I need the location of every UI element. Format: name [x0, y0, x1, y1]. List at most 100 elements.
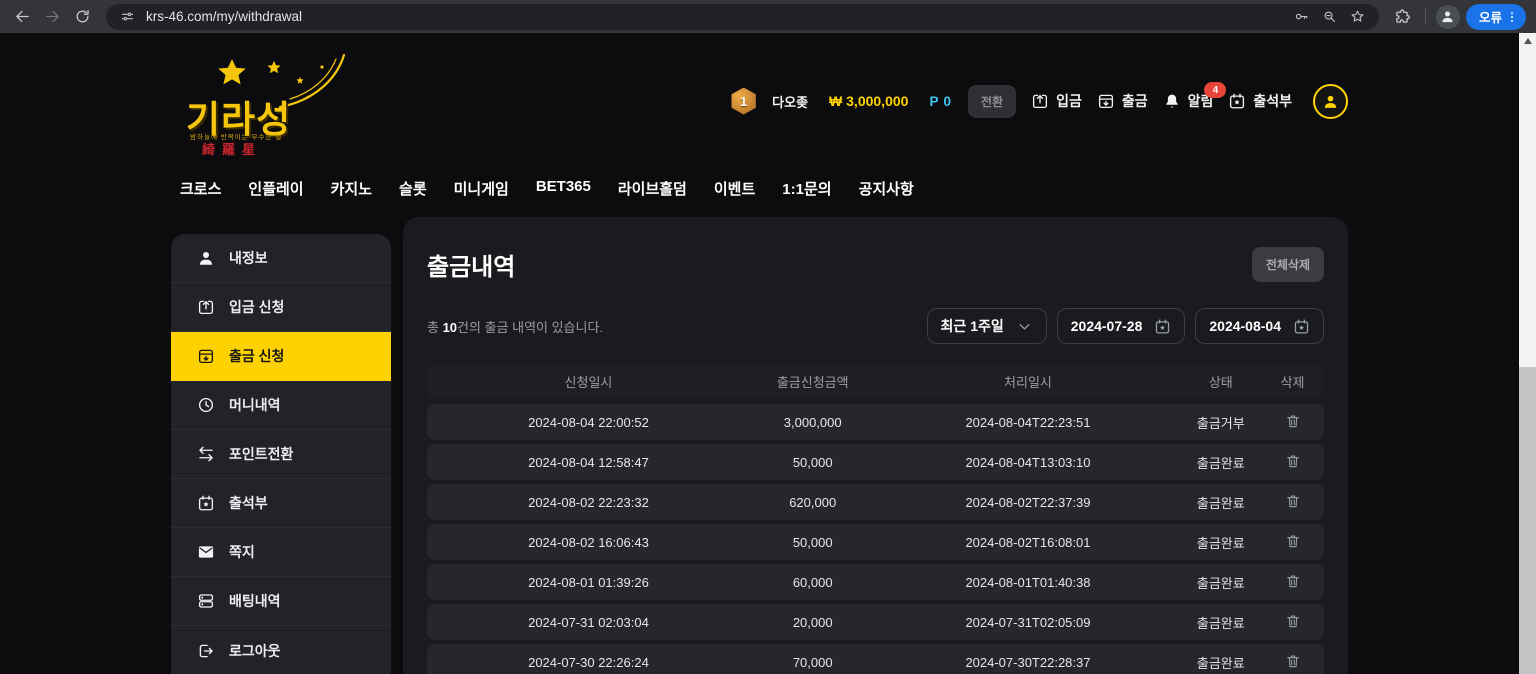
nav-item[interactable]: 라이브홀덤: [618, 178, 687, 199]
scrollbar-thumb[interactable]: [1519, 367, 1536, 674]
trash-icon[interactable]: [1285, 533, 1301, 549]
amount-cell: 3,000,000: [750, 415, 876, 430]
summary-text: 총 10건의 출금 내역이 있습니다.: [427, 317, 603, 336]
logo-hanja: 綺羅星: [202, 139, 262, 158]
delete-cell: [1261, 453, 1324, 472]
nav-item[interactable]: 크로스: [180, 178, 221, 199]
amount-cell: 70,000: [750, 655, 876, 670]
mail-icon: [197, 543, 215, 561]
trash-icon[interactable]: [1285, 453, 1301, 469]
sidebar-item[interactable]: 쪽지: [171, 528, 391, 577]
address-bar[interactable]: krs-46.com/my/withdrawal: [106, 4, 1379, 30]
sidebar-item-label: 머니내역: [229, 395, 281, 415]
alerts-button[interactable]: 알림 4: [1163, 91, 1214, 111]
delete-cell: [1261, 493, 1324, 512]
period-select[interactable]: 최근 1주일: [927, 308, 1047, 344]
sidebar-item-label: 배팅내역: [229, 591, 281, 611]
trash-icon[interactable]: [1285, 573, 1301, 589]
sidebar-item[interactable]: 배팅내역: [171, 577, 391, 626]
sidebar-item[interactable]: 입금 신청: [171, 283, 391, 332]
trash-icon[interactable]: [1285, 493, 1301, 509]
zoom-out-icon[interactable]: [1321, 8, 1339, 26]
logout-icon: [197, 642, 215, 660]
kebab-menu-icon: [1504, 9, 1520, 25]
requested-at-cell: 2024-08-01 01:39:26: [427, 575, 750, 590]
attendance-button[interactable]: 출석부: [1228, 91, 1292, 111]
bookmark-star-icon[interactable]: [1349, 8, 1367, 26]
table-row: 2024-08-01 01:39:2660,0002024-08-01T01:4…: [427, 564, 1324, 600]
summary-count: 10: [443, 320, 457, 335]
trash-icon[interactable]: [1285, 613, 1301, 629]
nav-item[interactable]: 카지노: [331, 178, 372, 199]
withdraw-label: 출금: [1122, 91, 1148, 111]
table-row: 2024-08-02 16:06:4350,0002024-08-02T16:0…: [427, 524, 1324, 560]
date-from-value: 2024-07-28: [1071, 318, 1143, 334]
forward-icon[interactable]: [40, 5, 64, 29]
profile-avatar[interactable]: [1313, 84, 1348, 119]
withdraw-icon: [1097, 92, 1115, 110]
page-scrollbar[interactable]: [1519, 33, 1536, 674]
sidebar-item-label: 출석부: [229, 493, 268, 513]
trash-icon[interactable]: [1285, 653, 1301, 669]
date-from-input[interactable]: 2024-07-28: [1057, 308, 1186, 344]
nav-item[interactable]: 이벤트: [714, 178, 755, 199]
requested-at-cell: 2024-07-30 22:26:24: [427, 655, 750, 670]
sidebar-menu: 내정보입금 신청출금 신청머니내역포인트전환출석부쪽지배팅내역로그아웃: [171, 234, 391, 674]
site-logo[interactable]: 기라성 밤하늘에 반짝이는 무수한 별 綺羅星: [186, 55, 346, 165]
requested-at-cell: 2024-08-04 22:00:52: [427, 415, 750, 430]
column-header: 처리일시: [875, 372, 1180, 391]
processed-at-cell: 2024-08-04T13:03:10: [875, 455, 1180, 470]
balance-amount: ₩ 3,000,000: [829, 93, 908, 109]
table-row: 2024-07-31 02:03:0420,0002024-07-31T02:0…: [427, 604, 1324, 640]
browser-profile-icon[interactable]: [1436, 5, 1460, 29]
nav-item[interactable]: 공지사항: [859, 178, 914, 199]
convert-button[interactable]: 전환: [968, 85, 1016, 118]
sidebar-item[interactable]: 포인트전환: [171, 430, 391, 479]
clock-icon: [197, 396, 215, 414]
point-value: 0: [943, 94, 951, 109]
filter-controls: 최근 1주일 2024-07-28 2024-08-04: [927, 308, 1324, 344]
amount-cell: 20,000: [750, 615, 876, 630]
date-to-input[interactable]: 2024-08-04: [1195, 308, 1324, 344]
amount-cell: 620,000: [750, 495, 876, 510]
sidebar-item[interactable]: 로그아웃: [171, 626, 391, 674]
trash-icon[interactable]: [1285, 413, 1301, 429]
requested-at-cell: 2024-08-02 22:23:32: [427, 495, 750, 510]
nav-item[interactable]: 미니게임: [454, 178, 509, 199]
column-header: 신청일시: [427, 372, 750, 391]
date-to-value: 2024-08-04: [1209, 318, 1281, 334]
url-text[interactable]: krs-46.com/my/withdrawal: [146, 9, 302, 24]
transfer-icon: [197, 445, 215, 463]
nav-item[interactable]: 1:1문의: [782, 178, 831, 199]
withdraw-button[interactable]: 출금: [1097, 91, 1148, 111]
extensions-icon[interactable]: [1391, 5, 1415, 29]
delete-cell: [1261, 413, 1324, 432]
amount-cell: 50,000: [750, 535, 876, 550]
processed-at-cell: 2024-08-04T22:23:51: [875, 415, 1180, 430]
nav-item[interactable]: 슬롯: [399, 178, 427, 199]
browser-menu-button[interactable]: 오류: [1466, 4, 1526, 30]
sidebar-item[interactable]: 내정보: [171, 234, 391, 283]
back-icon[interactable]: [10, 5, 34, 29]
requested-at-cell: 2024-08-04 12:58:47: [427, 455, 750, 470]
calendar-icon: [1293, 318, 1310, 335]
requested-at-cell: 2024-08-02 16:06:43: [427, 535, 750, 550]
processed-at-cell: 2024-07-30T22:28:37: [875, 655, 1180, 670]
site-settings-icon[interactable]: [118, 8, 136, 26]
sidebar-item[interactable]: 출금 신청: [171, 332, 391, 381]
reload-icon[interactable]: [70, 5, 94, 29]
status-cell: 출금완료: [1180, 453, 1261, 472]
column-header: 삭제: [1261, 372, 1324, 391]
period-value: 최근 1주일: [941, 316, 1004, 336]
password-key-icon[interactable]: [1293, 8, 1311, 26]
nav-item[interactable]: 인플레이: [248, 178, 303, 199]
sidebar-item[interactable]: 출석부: [171, 479, 391, 528]
calendar-icon: [1154, 318, 1171, 335]
sidebar-item[interactable]: 머니내역: [171, 381, 391, 430]
deposit-button[interactable]: 입금: [1031, 91, 1082, 111]
nav-item[interactable]: BET365: [536, 178, 591, 199]
scroll-up-icon[interactable]: [1519, 33, 1536, 49]
processed-at-cell: 2024-08-02T22:37:39: [875, 495, 1180, 510]
delete-all-button[interactable]: 전체삭제: [1252, 247, 1324, 282]
table-row: 2024-08-02 22:23:32620,0002024-08-02T22:…: [427, 484, 1324, 520]
